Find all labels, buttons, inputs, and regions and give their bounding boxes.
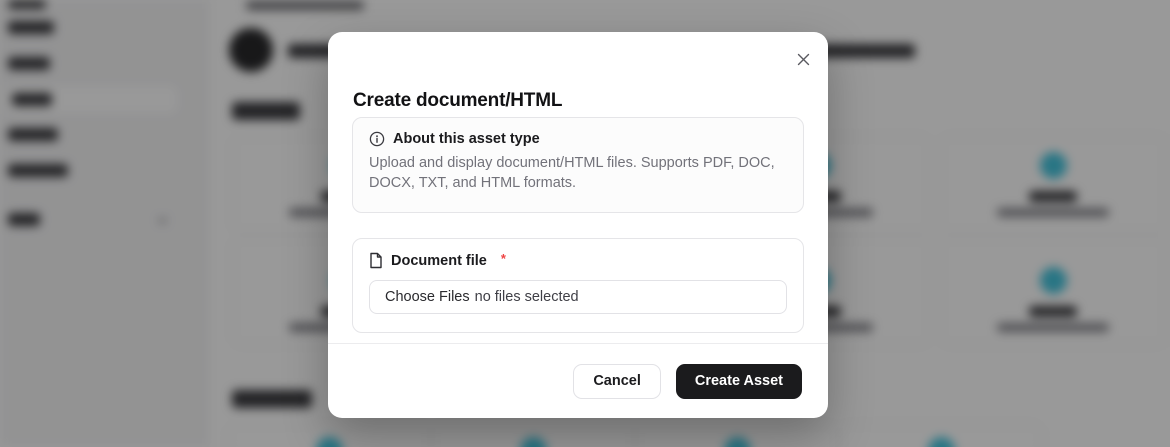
document-file-input[interactable]: Choose Files no files selected (369, 280, 787, 314)
close-button[interactable] (793, 51, 813, 71)
required-marker: * (501, 251, 506, 266)
about-panel-title: About this asset type (393, 131, 540, 147)
app-window: Create document/HTML About this asset ty… (0, 0, 1170, 447)
create-asset-button[interactable]: Create Asset (676, 364, 802, 399)
cancel-button[interactable]: Cancel (573, 364, 661, 399)
document-file-label: Document file (391, 253, 487, 269)
modal-title: Create document/HTML (353, 90, 562, 112)
document-icon (369, 252, 383, 269)
document-file-field-group: Document file * Choose Files no files se… (352, 238, 804, 333)
about-asset-type-panel: About this asset type Upload and display… (352, 117, 804, 213)
info-icon (369, 131, 385, 147)
choose-files-button[interactable]: Choose Files (385, 289, 470, 305)
close-icon (796, 52, 811, 70)
modal-footer: Cancel Create Asset (328, 344, 828, 418)
file-input-status: no files selected (475, 289, 579, 305)
create-document-modal: Create document/HTML About this asset ty… (328, 32, 828, 418)
about-panel-description: Upload and display document/HTML files. … (369, 153, 781, 193)
